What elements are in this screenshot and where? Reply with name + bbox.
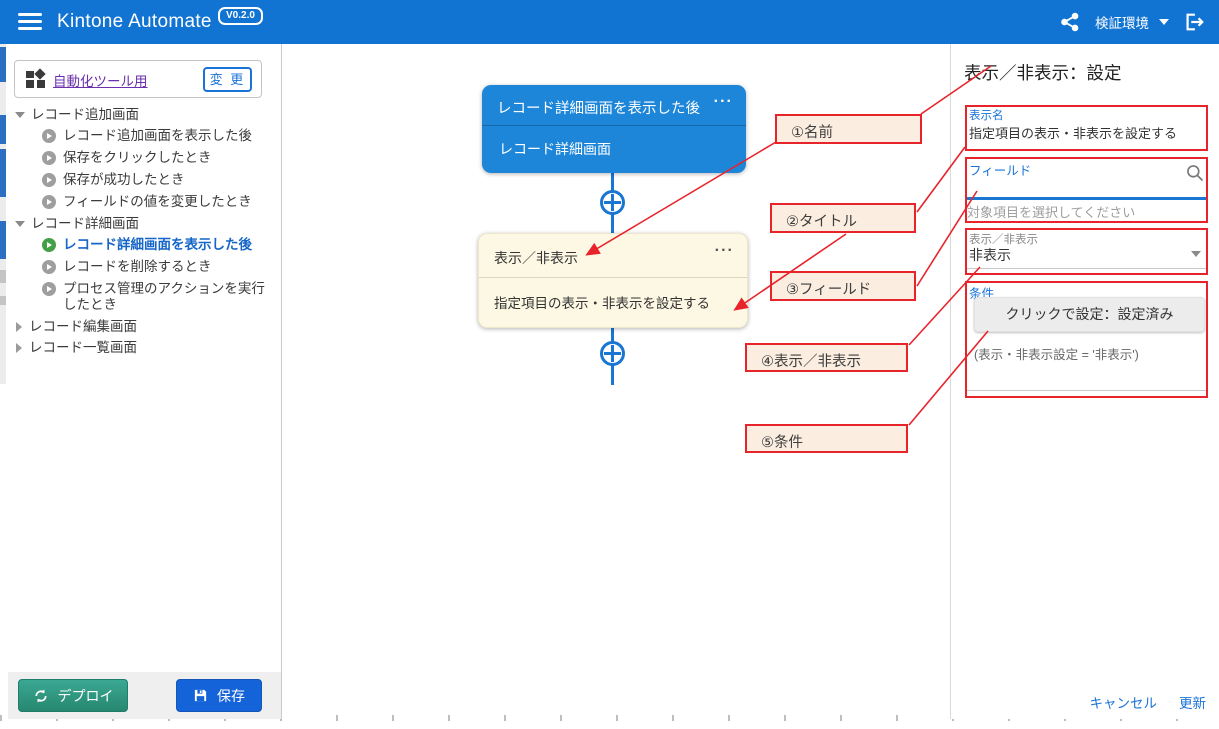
play-circle-icon (42, 173, 56, 187)
share-icon[interactable] (1059, 11, 1081, 33)
refresh-icon (33, 688, 49, 704)
action-node-header: 表示／非表示 ... (479, 234, 747, 277)
deploy-button[interactable]: デプロイ (18, 679, 128, 712)
logout-icon[interactable] (1183, 11, 1205, 33)
tree-group-record-edit[interactable]: レコード編集画面 (12, 316, 276, 337)
search-icon[interactable] (1185, 163, 1205, 183)
play-circle-icon (42, 260, 56, 274)
condition-set-button[interactable]: クリックで設定：設定済み (974, 297, 1205, 332)
tree-item-active[interactable]: レコード詳細画面を表示した後 (12, 234, 276, 256)
condition-underline (967, 390, 1207, 391)
tree-group-record-add[interactable]: レコード追加画面 (12, 104, 276, 125)
action-node[interactable]: 表示／非表示 ... 指定項目の表示・非表示を設定する (478, 233, 748, 328)
display-name-label: 表示名 (969, 107, 1004, 123)
panel-actions: キャンセル 更新 (1090, 692, 1207, 712)
tree-item[interactable]: レコードを削除するとき (12, 256, 276, 278)
hamburger-menu-icon[interactable] (18, 13, 42, 31)
update-link[interactable]: 更新 (1179, 692, 1206, 712)
play-circle-icon (42, 151, 56, 165)
visibility-underline (967, 268, 1207, 269)
visibility-select-value[interactable]: 非表示 (969, 245, 1011, 265)
annotation-box-condition: ⑤条件 (745, 424, 908, 453)
play-circle-icon (42, 195, 56, 209)
topbar: Kintone Automate V0.2.0 検証環境 (0, 0, 1219, 44)
settings-panel: 表示／非表示：設定 表示名 指定項目の表示・非表示を設定する フィールド 対象項… (950, 44, 1219, 719)
change-button[interactable]: 変 更 (203, 67, 252, 92)
sidebar-footer: デプロイ 保存 (8, 672, 281, 719)
app-title: Kintone Automate (57, 0, 212, 44)
tree-group-record-list[interactable]: レコード一覧画面 (12, 337, 276, 358)
caret-closed-icon (16, 343, 22, 353)
annotation-box-title: ②タイトル (770, 203, 916, 233)
node-menu-button[interactable]: ... (714, 89, 733, 107)
environment-dropdown[interactable]: 検証環境 (1095, 12, 1169, 32)
topbar-right: 検証環境 (1059, 0, 1205, 44)
sidebar: 自動化ツール用 変 更 レコード追加画面 レコード追加画面を表示した後 保存をク… (8, 44, 282, 719)
event-tree: レコード追加画面 レコード追加画面を表示した後 保存をクリックしたとき 保存が成… (12, 104, 276, 358)
caret-closed-icon (16, 322, 22, 332)
app-blocks-icon (26, 70, 45, 89)
display-name-value[interactable]: 指定項目の表示・非表示を設定する (969, 123, 1177, 142)
tree-item[interactable]: 保存をクリックしたとき (12, 147, 276, 169)
play-circle-icon (42, 282, 56, 296)
condition-expression: (表示・非表示設定 = '非表示') (974, 344, 1139, 363)
annotation-box-name: ①名前 (775, 114, 922, 144)
caret-open-icon (15, 221, 25, 227)
field-label: フィールド (969, 160, 1031, 179)
tree-item[interactable]: プロセス管理のアクションを実行したとき (12, 278, 276, 316)
environment-label: 検証環境 (1095, 12, 1149, 32)
caret-open-icon (15, 112, 25, 118)
trigger-node[interactable]: レコード詳細画面を表示した後 ... レコード詳細画面 (482, 85, 746, 173)
action-node-body: 指定項目の表示・非表示を設定する (479, 277, 747, 327)
trigger-node-body: レコード詳細画面 (482, 125, 746, 173)
version-badge: V0.2.0 (218, 7, 263, 25)
tree-item[interactable]: レコード追加画面を表示した後 (12, 125, 276, 147)
field-placeholder[interactable]: 対象項目を選択してください (967, 202, 1135, 221)
tree-item[interactable]: フィールドの値を変更したとき (12, 191, 276, 213)
field-input-underline[interactable] (967, 197, 1207, 200)
select-caret-down-icon[interactable] (1191, 251, 1201, 257)
floppy-disk-icon (193, 688, 208, 703)
tree-group-record-detail[interactable]: レコード詳細画面 (12, 213, 276, 234)
app-card: 自動化ツール用 変 更 (14, 60, 262, 98)
tree-item[interactable]: 保存が成功したとき (12, 169, 276, 191)
play-circle-icon (42, 129, 56, 143)
annotation-box-visibility: ④表示／非表示 (745, 343, 908, 372)
add-step-button[interactable] (600, 190, 625, 215)
trigger-node-header: レコード詳細画面を表示した後 ... (482, 85, 746, 125)
annotation-box-field: ③フィールド (770, 271, 916, 301)
save-button[interactable]: 保存 (176, 679, 262, 712)
play-circle-icon-active (42, 238, 56, 252)
add-step-button[interactable] (600, 341, 625, 366)
app-link[interactable]: 自動化ツール用 (53, 70, 148, 90)
mini-scrollbar[interactable] (0, 44, 6, 384)
cancel-link[interactable]: キャンセル (1090, 692, 1158, 712)
caret-down-icon (1159, 19, 1169, 25)
panel-title: 表示／非表示：設定 (964, 60, 1122, 85)
node-menu-button[interactable]: ... (715, 238, 734, 256)
